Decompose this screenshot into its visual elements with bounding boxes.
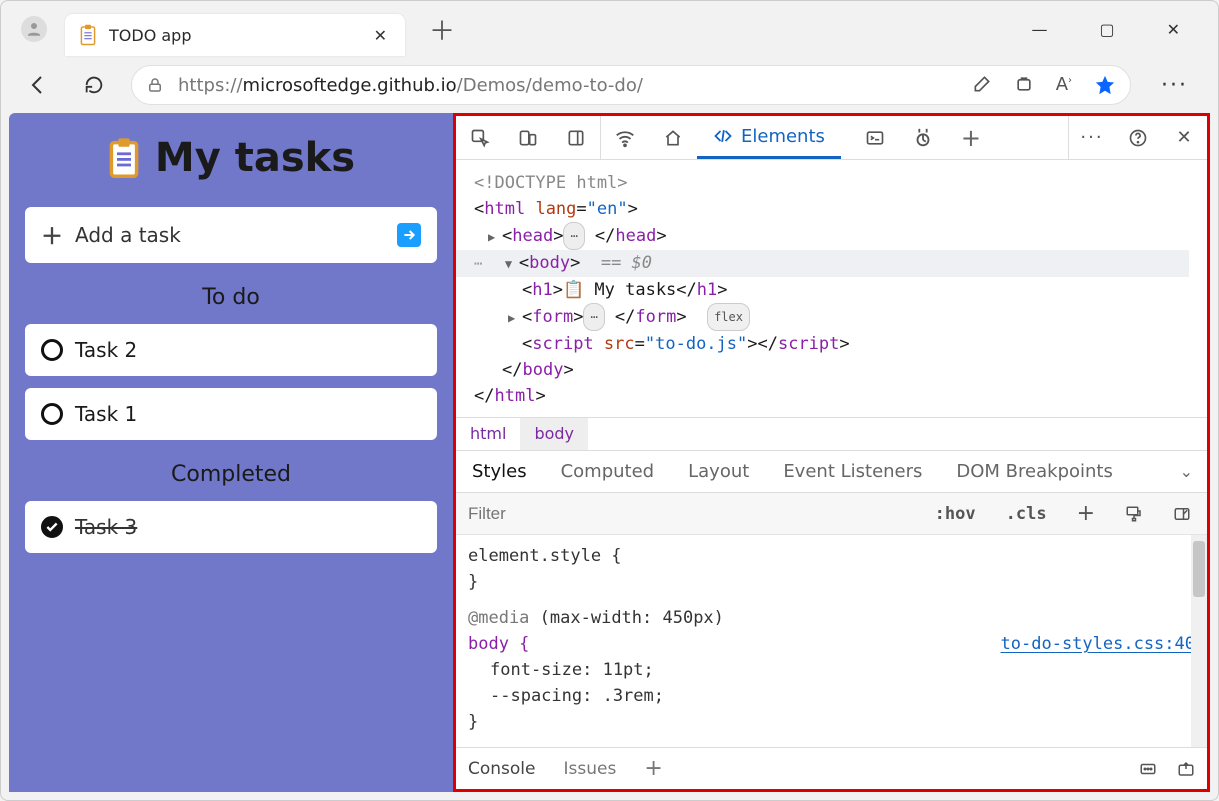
task-row-completed[interactable]: Task 3 <box>25 501 437 553</box>
read-aloud-icon[interactable]: A› <box>1056 74 1072 96</box>
sources-icon[interactable] <box>899 127 947 149</box>
device-toggle-icon[interactable] <box>504 128 552 148</box>
url-text: https://microsoftedge.github.io/Demos/de… <box>178 75 643 96</box>
add-tab-icon[interactable]: + <box>947 124 995 152</box>
crumb-html[interactable]: html <box>456 418 520 450</box>
browser-window: TODO app ✕ ＋ — ▢ ✕ https://microsoftedge… <box>0 0 1219 801</box>
maximize-icon[interactable]: ▢ <box>1093 14 1120 45</box>
task-label: Task 3 <box>75 515 137 539</box>
dom-tree[interactable]: <!DOCTYPE html> <html lang="en"> ▶<head>… <box>456 160 1207 417</box>
section-todo-label: To do <box>25 275 437 312</box>
dom-breadcrumbs: html body <box>456 417 1207 451</box>
title-text: My tasks <box>155 135 355 181</box>
tab-title: TODO app <box>109 26 358 45</box>
styles-filter-input[interactable] <box>466 503 911 525</box>
css-selector: element.style { <box>468 543 1195 569</box>
task-row[interactable]: Task 2 <box>25 324 437 376</box>
lock-icon[interactable] <box>146 76 164 94</box>
panel-layout-icon[interactable] <box>552 128 600 148</box>
dom-doctype: <!DOCTYPE html> <box>474 173 628 193</box>
submit-arrow-icon[interactable] <box>397 223 421 247</box>
section-completed-label: Completed <box>25 452 437 489</box>
devtools-toolbar: Elements + ··· ✕ <box>456 116 1207 160</box>
tab-layout[interactable]: Layout <box>686 453 751 490</box>
styles-pane[interactable]: element.style { } @media (max-width: 450… <box>456 535 1207 747</box>
clipboard-icon <box>79 24 97 46</box>
paint-icon[interactable] <box>1119 501 1149 527</box>
scrollbar[interactable] <box>1191 535 1207 747</box>
content-area: My tasks ＋ Add a task To do Task 2 Task … <box>9 113 1210 792</box>
refresh-icon[interactable] <box>77 68 111 102</box>
app-icon[interactable] <box>1014 74 1034 96</box>
edit-icon[interactable] <box>972 74 992 96</box>
title-bar: TODO app ✕ ＋ — ▢ ✕ <box>1 1 1218 57</box>
hover-toggle[interactable]: :hov <box>929 500 982 528</box>
plus-icon: ＋ <box>41 219 63 251</box>
inspect-element-icon[interactable] <box>456 128 504 148</box>
tab-event-listeners[interactable]: Event Listeners <box>781 453 924 490</box>
drawer-add-tab-icon[interactable]: + <box>644 756 662 781</box>
page-title: My tasks <box>25 135 437 181</box>
address-actions: A› <box>956 74 1116 96</box>
styles-tabstrip: Styles Computed Layout Event Listeners D… <box>456 451 1207 493</box>
checkbox-empty-icon[interactable] <box>41 339 63 361</box>
console-shortcut-icon[interactable] <box>851 128 899 148</box>
devtools-panel: Elements + ··· ✕ <!DOCTYPE html> <html l… <box>453 113 1210 792</box>
drawer-expand-icon[interactable] <box>1177 760 1195 778</box>
add-task-label: Add a task <box>75 223 181 247</box>
window-controls: — ▢ ✕ <box>1025 14 1210 45</box>
settings-menu-icon[interactable]: ··· <box>1151 67 1198 104</box>
minimize-icon[interactable]: — <box>1025 14 1053 45</box>
devtools-close-icon[interactable]: ✕ <box>1161 116 1207 159</box>
computed-toggle-icon[interactable] <box>1167 501 1197 527</box>
tab-computed[interactable]: Computed <box>559 453 657 490</box>
new-tab-button[interactable]: ＋ <box>423 5 461 54</box>
drawer-tab-console[interactable]: Console <box>468 759 536 779</box>
checkbox-checked-icon[interactable] <box>41 516 63 538</box>
chevron-down-icon[interactable]: ⌄ <box>1180 462 1193 481</box>
clipboard-icon: 📋 <box>563 280 584 300</box>
tab-close-icon[interactable]: ✕ <box>370 22 391 49</box>
css-selector: body { <box>468 746 529 747</box>
toolbar: https://microsoftedge.github.io/Demos/de… <box>1 57 1218 113</box>
task-label: Task 2 <box>75 338 137 362</box>
cls-toggle[interactable]: .cls <box>1000 500 1053 528</box>
styles-filter-row: :hov .cls + <box>456 493 1207 535</box>
help-icon[interactable] <box>1115 116 1161 159</box>
profile-avatar[interactable] <box>21 16 47 42</box>
more-tools-icon[interactable]: ··· <box>1069 116 1115 159</box>
task-row[interactable]: Task 1 <box>25 388 437 440</box>
checkbox-empty-icon[interactable] <box>41 403 63 425</box>
tab-dom-breakpoints[interactable]: DOM Breakpoints <box>954 453 1114 490</box>
welcome-icon[interactable] <box>649 128 697 148</box>
address-bar[interactable]: https://microsoftedge.github.io/Demos/de… <box>131 65 1131 105</box>
tab-styles[interactable]: Styles <box>470 453 529 490</box>
css-selector: body { <box>468 634 529 654</box>
close-icon[interactable]: ✕ <box>1161 14 1186 45</box>
crumb-body[interactable]: body <box>520 418 588 450</box>
drawer-dock-icon[interactable] <box>1139 760 1157 778</box>
network-conditions-icon[interactable] <box>601 127 649 149</box>
clipboard-icon <box>107 137 141 179</box>
tab-elements-label: Elements <box>741 126 825 147</box>
source-link[interactable]: to-do-styles.css:40 <box>1001 631 1195 657</box>
add-task-card[interactable]: ＋ Add a task <box>25 207 437 263</box>
back-icon[interactable] <box>21 67 57 103</box>
css-property[interactable]: font-size: 11pt; <box>468 657 1195 683</box>
drawer-tab-issues[interactable]: Issues <box>564 759 617 779</box>
task-label: Task 1 <box>75 402 137 426</box>
tab-elements[interactable]: Elements <box>697 116 841 159</box>
browser-tab[interactable]: TODO app ✕ <box>65 14 405 56</box>
devtools-drawer: Console Issues + <box>456 747 1207 789</box>
source-link[interactable]: to-do-styles.css:1 <box>1011 743 1195 747</box>
favorite-star-icon[interactable] <box>1094 74 1116 96</box>
css-property[interactable]: --spacing: .3rem; <box>468 683 1195 709</box>
todo-app: My tasks ＋ Add a task To do Task 2 Task … <box>9 113 453 792</box>
new-style-rule-icon[interactable]: + <box>1071 497 1101 530</box>
